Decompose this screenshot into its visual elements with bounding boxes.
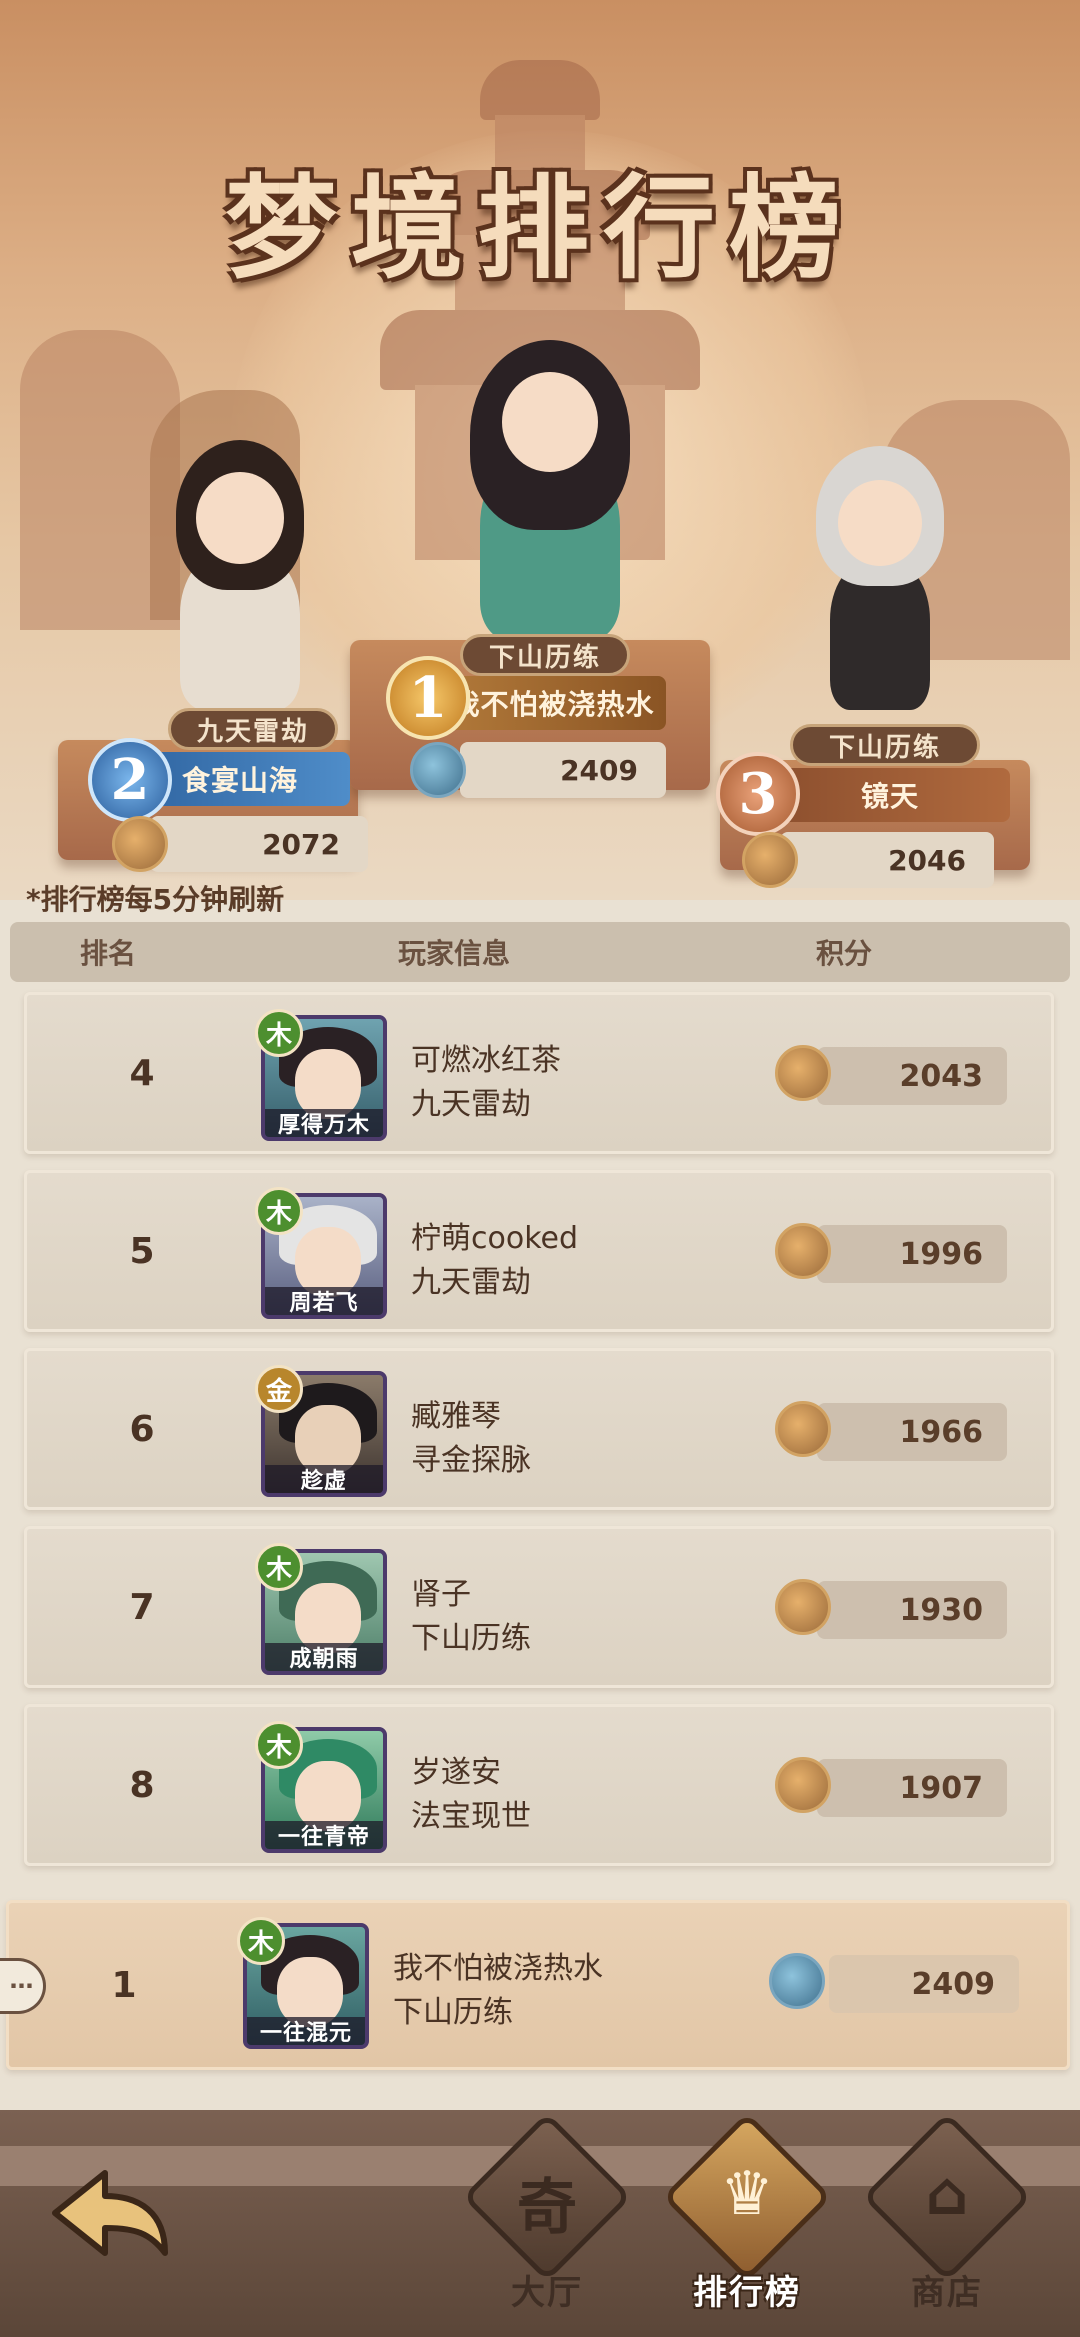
ranking-row[interactable]: 7 成朝雨 木 肾子 下山历练 1930 (24, 1526, 1054, 1688)
spirit-badge-icon (410, 742, 466, 798)
mask-badge-icon (775, 1579, 831, 1635)
gold-element-icon: 金 (255, 1365, 303, 1413)
rank3-score: 2046 (780, 832, 994, 888)
ranking-row[interactable]: 4 厚得万木 木 可燃冰红茶 九天雷劫 2043 (24, 992, 1054, 1154)
header-player-info: 玩家信息 (398, 937, 511, 970)
hero-name: 一往青帝 (265, 1821, 383, 1849)
player-name: 肾子 (411, 1577, 471, 1612)
back-button[interactable] (40, 2148, 180, 2288)
nav-hall-label: 大厅 (511, 2273, 583, 2313)
wood-element-icon: 木 (255, 1187, 303, 1235)
wood-element-icon: 木 (255, 1721, 303, 1769)
wood-element-icon: 木 (255, 1009, 303, 1057)
player-name: 我不怕被浇热水 (393, 1951, 603, 1986)
nav-ranking[interactable]: ♛ 排行榜 (662, 2112, 832, 2337)
back-arrow-icon (52, 2170, 168, 2256)
player-guild: 九天雷劫 (411, 1265, 531, 1300)
rank3-guild-tag: 下山历练 (790, 724, 980, 766)
row-rank: 5 (129, 1230, 155, 1272)
player-score: 1930 (817, 1581, 1007, 1639)
mask-badge-icon (112, 816, 168, 872)
mask-badge-icon (775, 1045, 831, 1101)
player-score: 2043 (817, 1047, 1007, 1105)
ranking-row[interactable]: 6 趁虚 金 臧雅琴 寻金探脉 1966 (24, 1348, 1054, 1510)
header-rank: 排名 (80, 937, 137, 970)
player-score: 1996 (817, 1225, 1007, 1283)
rank1-name-bar: 我不怕被浇热水 (440, 676, 666, 730)
rank2-medal: 2 (88, 738, 172, 822)
ranking-icon: ♛ (720, 2159, 774, 2229)
player-guild: 寻金探脉 (411, 1443, 531, 1478)
wood-element-icon: 木 (255, 1543, 303, 1591)
rank1-character[interactable] (440, 320, 660, 640)
hero-name: 厚得万木 (265, 1109, 383, 1137)
nav-shop-label: 商店 (911, 2273, 983, 2313)
row-rank: 6 (129, 1408, 155, 1450)
ranking-table-header: 排名 玩家信息 积分 (10, 922, 1070, 982)
row-rank: 4 (129, 1052, 155, 1094)
header-score: 积分 (816, 937, 873, 970)
player-score: 2409 (829, 1955, 1019, 2013)
mask-badge-icon (742, 832, 798, 888)
rank1-guild-tag: 下山历练 (460, 634, 630, 676)
player-name: 臧雅琴 (411, 1399, 501, 1434)
player-score: 1966 (817, 1403, 1007, 1461)
row-rank: 8 (129, 1764, 155, 1806)
page-title: 梦境排行榜 (225, 163, 855, 294)
wood-element-icon: 木 (237, 1917, 285, 1965)
rank2-character[interactable] (140, 430, 340, 710)
rank1-player-name: 我不怕被浇热水 (451, 688, 655, 721)
hall-icon: 奇 (517, 2173, 577, 2243)
my-ranking-row[interactable]: 1 一往混元 木 我不怕被浇热水 下山历练 2409 (6, 1900, 1070, 2070)
player-name: 柠萌cooked (411, 1221, 579, 1256)
hero-name: 周若飞 (265, 1287, 383, 1315)
player-guild: 下山历练 (411, 1621, 531, 1656)
row-rank: 7 (129, 1586, 155, 1628)
rank1-medal: 1 (386, 656, 470, 740)
ranking-row[interactable]: 8 一往青帝 木 岁遂安 法宝现世 1907 (24, 1704, 1054, 1866)
player-name: 岁遂安 (411, 1755, 501, 1790)
player-guild: 下山历练 (393, 1995, 513, 2030)
mask-badge-icon (775, 1401, 831, 1457)
nav-hall[interactable]: 奇 大厅 (462, 2112, 632, 2337)
nav-shop[interactable]: ⌂ 商店 (862, 2112, 1032, 2337)
spirit-badge-icon (769, 1953, 825, 2009)
nav-ranking-label: 排行榜 (693, 2273, 801, 2313)
rank3-character[interactable] (780, 440, 980, 710)
row-rank: 1 (111, 1964, 137, 2006)
hero-name: 一往混元 (247, 2017, 365, 2045)
rank3-medal: 3 (716, 752, 800, 836)
hero-name: 趁虚 (265, 1465, 383, 1493)
mask-badge-icon (775, 1223, 831, 1279)
rank1-score: 2409 (460, 742, 666, 798)
ranking-row[interactable]: 5 周若飞 木 柠萌cooked 九天雷劫 1996 (24, 1170, 1054, 1332)
mask-badge-icon (775, 1757, 831, 1813)
player-guild: 九天雷劫 (411, 1087, 531, 1122)
rank2-score: 2072 (150, 816, 368, 872)
shop-icon: ⌂ (925, 2159, 969, 2229)
refresh-note: *排行榜每5分钟刷新 (26, 883, 285, 916)
player-score: 1907 (817, 1759, 1007, 1817)
rank3-name-bar: 镜天 (770, 768, 1010, 822)
rank2-guild-tag: 九天雷劫 (168, 708, 338, 750)
player-guild: 法宝现世 (411, 1799, 531, 1834)
hero-name: 成朝雨 (265, 1643, 383, 1671)
player-name: 可燃冰红茶 (411, 1043, 561, 1078)
